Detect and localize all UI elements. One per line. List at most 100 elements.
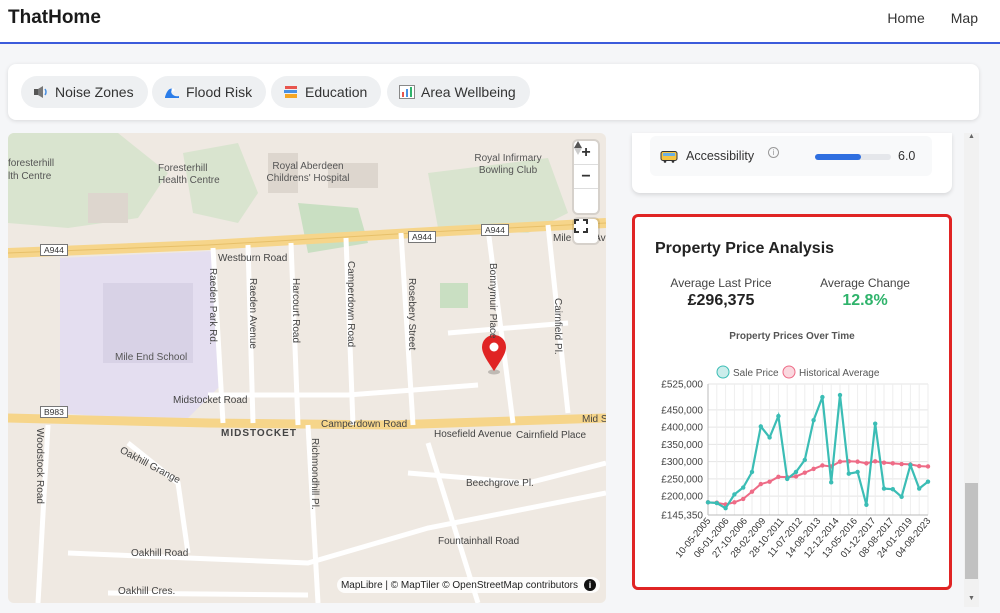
data-point-historical-average xyxy=(741,496,746,502)
chip-flood-risk[interactable]: Flood Risk xyxy=(152,76,267,108)
y-tick-label: £200,000 xyxy=(661,492,703,503)
bar-chart-icon xyxy=(399,85,415,99)
wave-icon xyxy=(165,88,179,98)
data-point-historical-average xyxy=(899,461,904,467)
accessibility-score-fill xyxy=(815,154,861,160)
y-tick-label: £525,000 xyxy=(661,380,703,391)
road-shield: A944 xyxy=(40,244,68,256)
scroll-down-arrow-icon[interactable]: ▼ xyxy=(964,595,979,607)
data-point-sale-price xyxy=(899,494,904,500)
avg-last-price-stat: Average Last Price £296,375 xyxy=(651,276,791,310)
data-point-historical-average xyxy=(732,500,737,505)
data-point-sale-price xyxy=(705,500,711,505)
location-pin-icon xyxy=(482,335,506,375)
data-point-historical-average xyxy=(793,474,799,479)
property-price-analysis-card: Property Price Analysis Average Last Pri… xyxy=(632,214,952,590)
data-point-sale-price xyxy=(785,476,790,482)
top-navbar: ThatHome Home Map xyxy=(0,0,1000,44)
fullscreen-button[interactable] xyxy=(574,219,598,243)
data-point-sale-price xyxy=(714,500,719,506)
compass-button[interactable] xyxy=(574,141,598,213)
accessibility-row: Accessibility i 6.0 xyxy=(650,136,932,176)
y-tick-label: £250,000 xyxy=(661,474,703,485)
road-shield: A944 xyxy=(481,224,509,236)
nav-home-link[interactable]: Home xyxy=(887,10,924,26)
data-point-sale-price xyxy=(925,479,931,484)
bus-icon xyxy=(660,151,678,163)
price-line-chart: Sale Price Historical Average £525,000 £450… xyxy=(661,365,933,560)
data-point-historical-average xyxy=(917,463,922,469)
layer-chips-panel: Noise Zones Flood Risk Education Area We… xyxy=(8,64,979,120)
speaker-icon xyxy=(34,86,47,98)
data-point-historical-average xyxy=(776,474,781,480)
road-shield: B983 xyxy=(40,406,68,418)
nav-map-link[interactable]: Map xyxy=(951,10,978,26)
data-point-historical-average xyxy=(837,459,843,464)
data-point-sale-price xyxy=(793,469,799,475)
data-point-sale-price xyxy=(890,487,895,492)
avg-last-price-label: Average Last Price xyxy=(670,276,772,290)
zoom-out-button[interactable]: − xyxy=(574,165,598,189)
data-point-sale-price xyxy=(767,435,772,440)
info-icon[interactable]: i xyxy=(584,579,596,591)
road-shield: A944 xyxy=(408,231,436,243)
y-tick-label: £350,000 xyxy=(661,440,703,451)
data-point-historical-average xyxy=(767,479,772,484)
accessibility-value: 6.0 xyxy=(898,149,916,163)
accessibility-score-bar xyxy=(815,154,891,160)
series-line-sale-price xyxy=(707,394,929,510)
map-view[interactable]: foresterhill lth Centre Foresterhill Hea… xyxy=(8,133,606,603)
panel-scrollbar[interactable]: ▲ ▼ xyxy=(964,133,979,607)
data-point-historical-average xyxy=(881,460,887,465)
scroll-up-arrow-icon[interactable]: ▲ xyxy=(964,133,979,145)
avg-change-stat: Average Change 12.8% xyxy=(795,276,935,310)
chart-title: Property Prices Over Time xyxy=(729,331,855,342)
data-point-sale-price xyxy=(776,413,781,419)
main-nav: Home Map xyxy=(887,10,978,26)
legend-label: Historical Average xyxy=(799,368,880,379)
avg-last-price-value: £296,375 xyxy=(687,292,755,309)
data-point-historical-average xyxy=(802,470,807,475)
legend-swatch xyxy=(716,365,730,379)
data-point-sale-price xyxy=(749,469,755,475)
data-point-historical-average xyxy=(855,459,860,464)
data-point-historical-average xyxy=(864,461,869,466)
data-point-historical-average xyxy=(811,466,816,472)
compass-icon xyxy=(574,141,582,155)
brand-logo[interactable]: ThatHome xyxy=(8,7,101,29)
info-icon[interactable]: i xyxy=(768,147,779,158)
data-point-historical-average xyxy=(890,461,895,466)
legend-label: Sale Price xyxy=(733,368,779,379)
chip-education[interactable]: Education xyxy=(271,76,382,108)
y-tick-label: £450,000 xyxy=(661,405,703,416)
data-point-sale-price xyxy=(917,486,922,491)
data-point-sale-price xyxy=(758,424,763,429)
chip-noise-zones[interactable]: Noise Zones xyxy=(21,76,148,108)
data-point-sale-price xyxy=(873,421,878,426)
data-point-sale-price xyxy=(820,394,825,400)
data-point-historical-average xyxy=(758,481,763,487)
price-analysis-title: Property Price Analysis xyxy=(655,240,835,257)
avg-change-label: Average Change xyxy=(820,276,910,290)
data-point-historical-average xyxy=(873,459,878,464)
accessibility-label: Accessibility xyxy=(686,149,755,163)
data-point-sale-price xyxy=(908,462,913,468)
scrollbar-thumb[interactable] xyxy=(965,483,978,579)
map-tiles xyxy=(8,133,606,603)
data-point-historical-average xyxy=(925,464,931,469)
data-point-sale-price xyxy=(723,506,728,511)
accessibility-card: Accessibility i 6.0 xyxy=(632,133,952,193)
data-point-sale-price xyxy=(864,502,869,507)
chip-area-wellbeing[interactable]: Area Wellbeing xyxy=(387,76,530,108)
y-tick-label: £300,000 xyxy=(661,457,703,468)
data-point-sale-price xyxy=(837,392,843,398)
data-point-historical-average xyxy=(749,489,755,494)
y-tick-label: £145,350 xyxy=(661,511,703,522)
data-point-sale-price xyxy=(881,486,887,491)
data-point-sale-price xyxy=(732,492,737,497)
map-attribution: MapLibre | © MapTiler © OpenStreetMap co… xyxy=(336,577,600,593)
data-point-sale-price xyxy=(802,457,807,463)
data-point-sale-price xyxy=(829,480,834,485)
fullscreen-icon xyxy=(574,219,588,233)
avg-change-value: 12.8% xyxy=(842,292,888,309)
